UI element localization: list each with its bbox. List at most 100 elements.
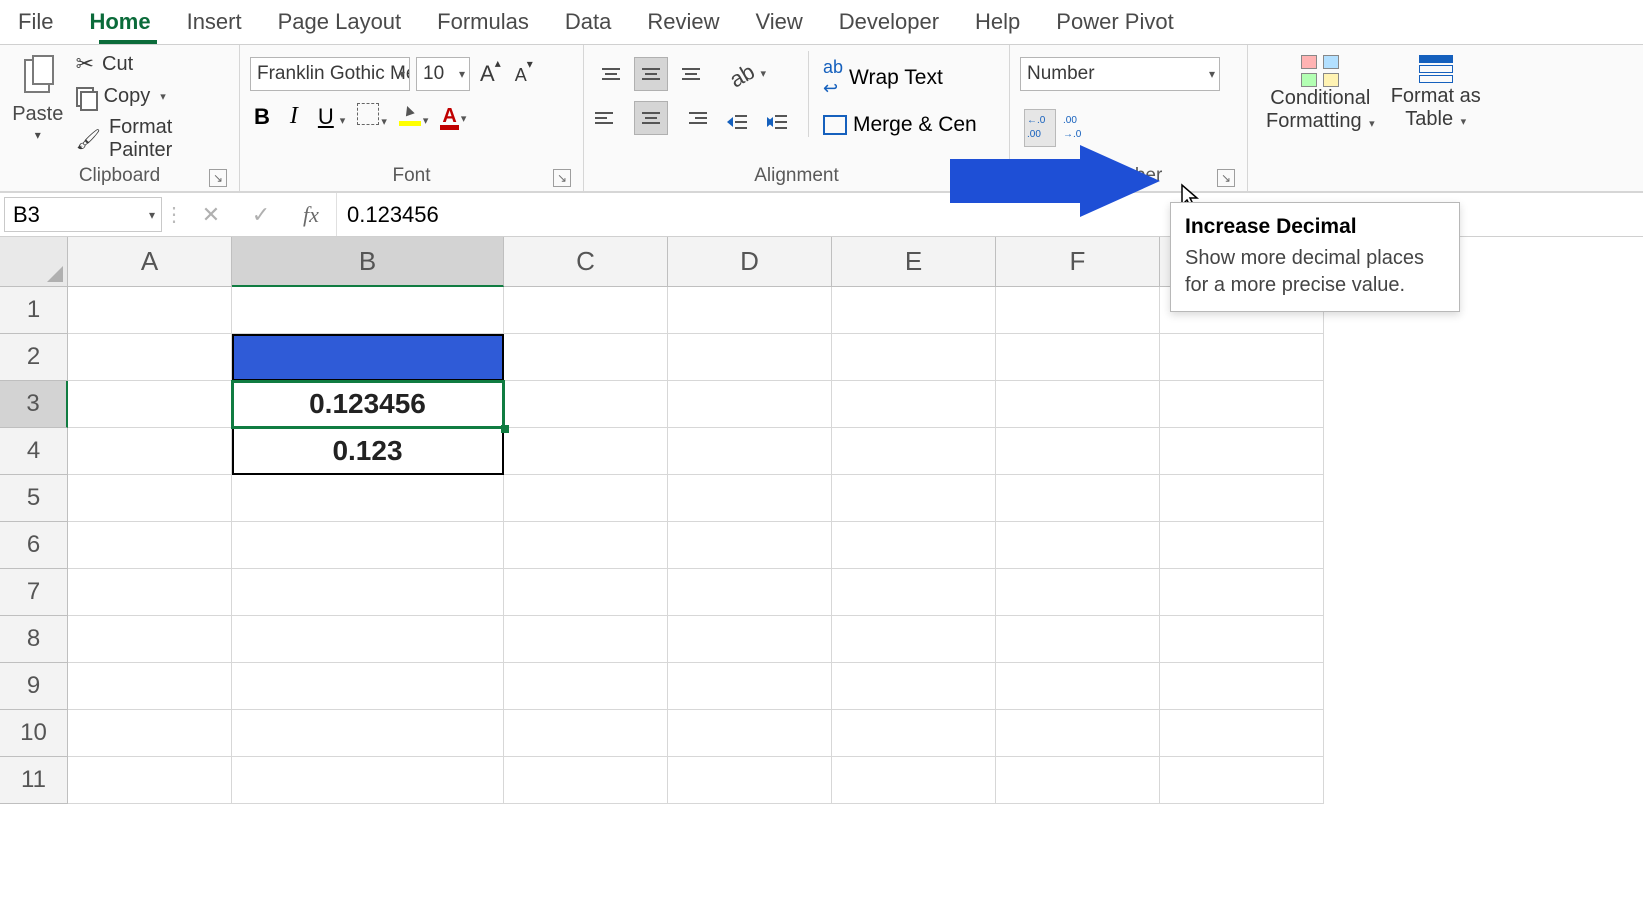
worksheet[interactable]: A B C D E F 1 2 3 4 5 6 7 8 9 10 11 0.12… [0,237,1643,877]
cell-C7[interactable] [504,569,668,616]
cell-B1[interactable] [232,287,504,334]
cell-A7[interactable] [68,569,232,616]
cell-F5[interactable] [996,475,1160,522]
row-header-6[interactable]: 6 [0,522,68,569]
orientation-dropdown-icon[interactable]: ▾ [760,67,766,80]
increase-font-button[interactable]: A▴ [476,61,505,87]
paste-dropdown-icon[interactable]: ▾ [35,128,41,142]
orientation-button[interactable]: ab [725,59,759,94]
font-name-combo[interactable]: Franklin Gothic Me▾ [250,57,410,91]
cell-B4[interactable]: 0.123 [232,428,504,475]
cell-C9[interactable] [504,663,668,710]
decrease-indent-button[interactable] [722,107,752,137]
cell-A9[interactable] [68,663,232,710]
cell-G3[interactable] [1160,381,1324,428]
cell-B8[interactable] [232,616,504,663]
row-header-11[interactable]: 11 [0,757,68,804]
cell-E4[interactable] [832,428,996,475]
tab-file[interactable]: File [16,3,55,41]
cell-D8[interactable] [668,616,832,663]
format-as-table-button[interactable]: Format as Table ▾ [1383,55,1489,131]
cell-D1[interactable] [668,287,832,334]
cell-A8[interactable] [68,616,232,663]
font-size-combo[interactable]: 10▾ [416,57,470,91]
row-header-1[interactable]: 1 [0,287,68,334]
cell-E3[interactable] [832,381,996,428]
cell-C1[interactable] [504,287,668,334]
cell-A3[interactable] [68,381,232,428]
cell-G11[interactable] [1160,757,1324,804]
cell-E6[interactable] [832,522,996,569]
cell-D10[interactable] [668,710,832,757]
clipboard-dialog-launcher[interactable]: ↘ [209,169,227,187]
col-header-C[interactable]: C [504,237,668,287]
increase-indent-button[interactable] [762,107,792,137]
align-top-button[interactable] [594,57,628,91]
row-header-9[interactable]: 9 [0,663,68,710]
fill-color-button[interactable]: ▾ [399,104,429,129]
cell-D4[interactable] [668,428,832,475]
cell-D5[interactable] [668,475,832,522]
cell-A10[interactable] [68,710,232,757]
col-header-F[interactable]: F [996,237,1160,287]
cell-F9[interactable] [996,663,1160,710]
fx-button[interactable]: fx [286,202,336,228]
cell-E5[interactable] [832,475,996,522]
col-header-B[interactable]: B [232,237,504,287]
tab-power-pivot[interactable]: Power Pivot [1054,3,1175,41]
align-bottom-button[interactable] [674,57,708,91]
tab-review[interactable]: Review [645,3,721,41]
row-header-8[interactable]: 8 [0,616,68,663]
cell-G8[interactable] [1160,616,1324,663]
copy-dropdown-icon[interactable]: ▾ [160,90,166,103]
tab-data[interactable]: Data [563,3,613,41]
decrease-decimal-button[interactable]: .00 →.0 [1060,109,1092,147]
cell-A1[interactable] [68,287,232,334]
cell-A6[interactable] [68,522,232,569]
cell-D6[interactable] [668,522,832,569]
cell-B10[interactable] [232,710,504,757]
merge-center-button[interactable]: Merge & Cen [823,113,977,137]
row-header-7[interactable]: 7 [0,569,68,616]
cell-E10[interactable] [832,710,996,757]
cell-E9[interactable] [832,663,996,710]
cell-C10[interactable] [504,710,668,757]
cell-A2[interactable] [68,334,232,381]
cell-D3[interactable] [668,381,832,428]
tab-home[interactable]: Home [87,3,152,41]
cell-C6[interactable] [504,522,668,569]
conditional-formatting-button[interactable]: Conditional Formatting ▾ [1258,55,1383,133]
tab-page-layout[interactable]: Page Layout [276,3,404,41]
wrap-text-button[interactable]: ab↩ Wrap Text [823,57,977,99]
font-color-button[interactable]: A▾ [440,105,466,128]
cell-E8[interactable] [832,616,996,663]
underline-button[interactable]: U▾ [314,104,345,130]
cell-E11[interactable] [832,757,996,804]
cell-F1[interactable] [996,287,1160,334]
cell-D7[interactable] [668,569,832,616]
name-box[interactable]: B3▾ [4,197,162,232]
cell-F11[interactable] [996,757,1160,804]
paste-button[interactable]: Paste ▾ [10,55,66,142]
cell-G7[interactable] [1160,569,1324,616]
enter-button[interactable]: ✓ [236,202,286,228]
cut-button[interactable]: Cut [76,51,229,77]
cell-E1[interactable] [832,287,996,334]
tab-view[interactable]: View [753,3,804,41]
cell-F3[interactable] [996,381,1160,428]
decrease-font-button[interactable]: A▾ [511,63,537,86]
cell-B3[interactable]: 0.123456 [232,381,504,428]
cell-G6[interactable] [1160,522,1324,569]
cell-C3[interactable] [504,381,668,428]
align-center-button[interactable] [634,101,668,135]
copy-button[interactable]: Copy ▾ [76,85,229,108]
cell-C11[interactable] [504,757,668,804]
cancel-button[interactable]: ✕ [186,202,236,228]
cell-C5[interactable] [504,475,668,522]
cell-B9[interactable] [232,663,504,710]
row-header-5[interactable]: 5 [0,475,68,522]
cell-F10[interactable] [996,710,1160,757]
format-painter-button[interactable]: Format Painter [76,116,229,162]
tab-developer[interactable]: Developer [837,3,941,41]
col-header-E[interactable]: E [832,237,996,287]
